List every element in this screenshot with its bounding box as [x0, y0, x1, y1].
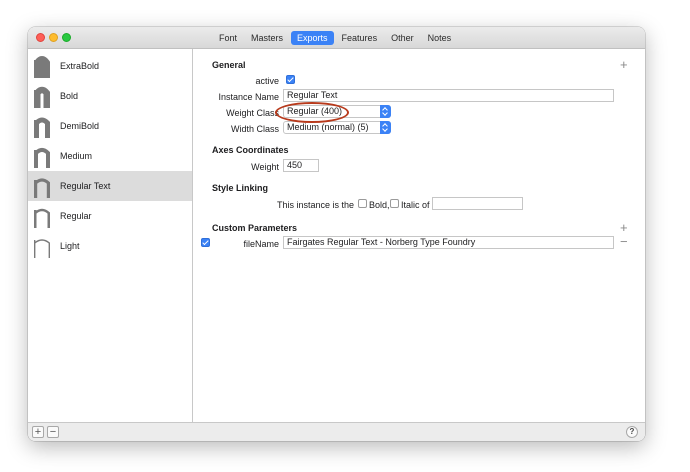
instance-name: Regular Text [60, 181, 111, 191]
bold-link-label: Bold, [369, 200, 390, 210]
italic-link-checkbox[interactable] [390, 199, 399, 208]
weight-class-label: Weight Class [226, 108, 279, 118]
add-icon[interactable]: + [620, 58, 628, 71]
tab-other[interactable]: Other [385, 31, 420, 45]
add-parameter-icon[interactable]: + [620, 221, 628, 234]
instance-row[interactable]: ExtraBold [28, 51, 192, 81]
tab-features[interactable]: Features [336, 31, 384, 45]
axes-section-title: Axes Coordinates [212, 145, 289, 155]
parameter-value-field[interactable]: Fairgates Regular Text - Norberg Type Fo… [283, 236, 614, 249]
instance-name: Light [60, 241, 80, 251]
help-button[interactable]: ? [626, 426, 638, 438]
tab-font[interactable]: Font [213, 31, 243, 45]
glyph-n-icon [33, 204, 51, 228]
tab-notes[interactable]: Notes [422, 31, 458, 45]
italic-link-label: Italic of [401, 200, 430, 210]
instance-name: ExtraBold [60, 61, 100, 71]
style-link-field[interactable] [432, 197, 523, 210]
instance-row[interactable]: DemiBold [28, 111, 192, 141]
style-linking-section-title: Style Linking [212, 183, 269, 193]
app-window: Font Masters Exports Features Other Note… [28, 27, 645, 441]
instance-row[interactable]: Medium [28, 141, 192, 171]
active-label: active [255, 76, 279, 86]
glyph-n-icon [33, 174, 51, 198]
instance-name: Bold [60, 91, 79, 101]
remove-parameter-icon[interactable]: − [620, 235, 628, 248]
chevron-updown-icon [380, 121, 391, 134]
instance-row[interactable]: Regular [28, 201, 192, 231]
instance-row[interactable]: Regular Text [28, 171, 192, 201]
instance-row[interactable]: Light [28, 231, 192, 261]
width-class-value: Medium (normal) (5) [287, 122, 369, 132]
width-class-popup[interactable]: Medium (normal) (5) [283, 121, 391, 134]
instance-detail-panel: General + active Instance Name Regular T… [194, 49, 645, 422]
general-section-title: General [212, 60, 246, 70]
bold-link-checkbox[interactable] [358, 199, 367, 208]
bottom-toolbar: + − ? [28, 422, 645, 441]
remove-instance-button[interactable]: − [47, 426, 59, 438]
instance-name: Regular [60, 211, 92, 221]
close-window-button[interactable] [36, 33, 45, 42]
instance-row[interactable]: Bold [28, 81, 192, 111]
instance-name-label: Instance Name [218, 92, 279, 102]
tab-masters[interactable]: Masters [245, 31, 289, 45]
add-instance-button[interactable]: + [32, 426, 44, 438]
annotation-ellipse [275, 102, 349, 123]
tab-exports[interactable]: Exports [291, 31, 334, 45]
axis-weight-field[interactable]: 450 [283, 159, 319, 172]
title-bar: Font Masters Exports Features Other Note… [28, 27, 645, 49]
instance-name-field[interactable]: Regular Text [283, 89, 614, 102]
glyph-n-icon [33, 84, 51, 108]
custom-parameters-section-title: Custom Parameters [212, 223, 298, 233]
glyph-n-icon [33, 54, 51, 78]
zoom-window-button[interactable] [62, 33, 71, 42]
instances-sidebar: ExtraBold Bold DemiBold Medium Regular Text R… [28, 49, 193, 422]
glyph-n-icon [33, 234, 51, 258]
width-class-label: Width Class [230, 124, 279, 134]
chevron-updown-icon [380, 105, 391, 118]
axis-weight-label: Weight [251, 162, 279, 172]
instance-name: DemiBold [60, 121, 100, 131]
style-linking-prefix: This instance is the [276, 200, 354, 210]
glyph-n-icon [33, 144, 51, 168]
active-checkbox[interactable] [286, 75, 295, 84]
instance-name: Medium [60, 151, 93, 161]
parameter-name[interactable]: fileName [204, 239, 279, 249]
tab-bar: Font Masters Exports Features Other Note… [213, 31, 459, 45]
glyph-n-icon [33, 114, 51, 138]
minimize-window-button[interactable] [49, 33, 58, 42]
